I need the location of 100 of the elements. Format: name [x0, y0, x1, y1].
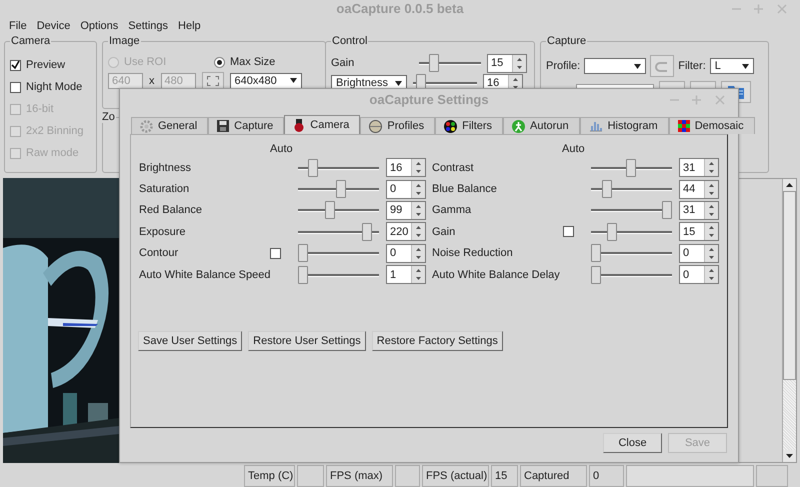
control-label: Auto White Balance Delay: [432, 268, 560, 281]
slider-thumb[interactable]: [591, 244, 601, 262]
slider-track[interactable]: [419, 53, 481, 73]
corners-icon: [206, 76, 218, 86]
spin-arrows-icon[interactable]: [411, 180, 425, 198]
settings-button[interactable]: Save User Settings: [138, 331, 242, 352]
tab[interactable]: Autorun: [503, 117, 580, 134]
profile-dropdown[interactable]: [584, 58, 646, 74]
menu-item[interactable]: Help: [173, 20, 206, 32]
dropdown-arrow-icon: [742, 64, 749, 68]
slider-thumb[interactable]: [626, 158, 636, 177]
profile-label: Profile:: [546, 60, 580, 72]
fit-button[interactable]: [202, 72, 224, 89]
spin-arrows-icon[interactable]: [411, 266, 425, 284]
menu-item[interactable]: Options: [75, 20, 124, 32]
status-value: 15: [491, 465, 518, 487]
menu-item[interactable]: Settings: [123, 20, 174, 32]
scroll-up-icon[interactable]: [786, 183, 793, 187]
spin-arrows-icon[interactable]: [704, 266, 718, 284]
spin-arrows-icon[interactable]: [411, 159, 425, 176]
spin-box[interactable]: 15: [487, 54, 527, 72]
slider-track[interactable]: [298, 264, 379, 285]
tab[interactable]: Capture: [208, 117, 284, 134]
tab[interactable]: Demosaic: [668, 117, 755, 134]
spin-arrows-icon[interactable]: [704, 180, 718, 198]
radio-button[interactable]: [214, 56, 225, 68]
slider-thumb[interactable]: [429, 54, 440, 72]
spin-box[interactable]: 31: [679, 158, 719, 178]
control-label: Red Balance: [139, 204, 202, 216]
control-label: Contour: [139, 247, 178, 260]
spin-arrows-icon[interactable]: [704, 223, 718, 240]
spin-box[interactable]: 0: [386, 180, 426, 199]
tab[interactable]: Filters: [435, 117, 504, 134]
spin-box[interactable]: 15: [679, 222, 719, 242]
slider-thumb[interactable]: [298, 266, 308, 284]
spin-arrows-icon[interactable]: [704, 202, 718, 219]
window-title: oaCapture 0.0.5 beta: [336, 1, 464, 16]
tab[interactable]: Camera: [284, 115, 360, 134]
slider-track[interactable]: [591, 243, 672, 264]
slider-thumb[interactable]: [662, 201, 672, 220]
spin-arrows-icon[interactable]: [704, 244, 718, 262]
scrollbar-thumb[interactable]: [783, 191, 796, 380]
slider-thumb[interactable]: [362, 222, 372, 241]
spin-box[interactable]: 16: [386, 158, 426, 178]
spin-box[interactable]: 1: [386, 265, 426, 284]
spin-box[interactable]: 44: [679, 180, 719, 199]
checkbox[interactable]: [563, 226, 574, 238]
slider-thumb[interactable]: [336, 180, 346, 198]
control-label: Contrast: [432, 162, 474, 174]
spin-box[interactable]: 99: [386, 200, 426, 220]
slider-track[interactable]: [591, 158, 672, 178]
slider-thumb[interactable]: [298, 244, 308, 262]
size-dropdown[interactable]: 640x480: [230, 72, 302, 88]
settings-button[interactable]: Restore User Settings: [248, 331, 366, 352]
spin-arrows-icon[interactable]: [512, 54, 526, 72]
slider-track[interactable]: [591, 264, 672, 285]
scroll-down-icon[interactable]: [786, 454, 793, 458]
slider-thumb[interactable]: [606, 222, 617, 241]
slider-thumb[interactable]: [591, 266, 601, 284]
spin-box[interactable]: 220: [386, 222, 426, 242]
menu-item[interactable]: File: [4, 20, 32, 32]
slider-track[interactable]: [298, 179, 379, 200]
slider-track[interactable]: [591, 200, 672, 220]
slider-track[interactable]: [298, 243, 379, 264]
slider-track[interactable]: [591, 222, 672, 242]
status-label: FPS (max): [326, 465, 393, 487]
tab[interactable]: Histogram: [580, 117, 669, 134]
scrollbar[interactable]: [782, 179, 796, 462]
slider-track[interactable]: [591, 179, 672, 200]
slider-track[interactable]: [298, 222, 379, 242]
tab[interactable]: Profiles: [360, 117, 436, 134]
checkbox[interactable]: [10, 60, 21, 70]
column-header: Auto: [562, 143, 585, 155]
spin-arrows-icon[interactable]: [411, 202, 425, 219]
spin-arrows-icon[interactable]: [704, 159, 718, 176]
slider-track[interactable]: [298, 200, 379, 220]
checkbox[interactable]: [10, 82, 21, 92]
spin-box[interactable]: 0: [679, 265, 719, 284]
dialog-button[interactable]: Close: [603, 433, 662, 453]
group-title: Camera: [10, 35, 52, 47]
menu-item[interactable]: Device: [32, 20, 76, 32]
slider-thumb[interactable]: [324, 201, 335, 220]
spin-box[interactable]: 0: [679, 244, 719, 263]
camera-icon: [293, 118, 306, 132]
status-field: [395, 465, 420, 487]
spin-box[interactable]: 0: [386, 244, 426, 263]
gear-icon: [140, 120, 153, 132]
checkbox[interactable]: [270, 248, 281, 259]
filter-dropdown[interactable]: L: [710, 58, 754, 74]
control-label: Blue Balance: [432, 183, 497, 196]
slider-thumb[interactable]: [308, 158, 318, 177]
tab[interactable]: General: [131, 117, 208, 134]
spin-arrows-icon[interactable]: [411, 223, 425, 240]
slider-track[interactable]: [298, 158, 379, 178]
settings-button[interactable]: Restore Factory Settings: [372, 331, 503, 352]
spin-arrows-icon[interactable]: [411, 244, 425, 262]
radio-label: Max Size: [230, 56, 276, 68]
control-label: Noise Reduction: [432, 247, 513, 260]
slider-thumb[interactable]: [602, 180, 612, 198]
spin-box[interactable]: 31: [679, 200, 719, 220]
